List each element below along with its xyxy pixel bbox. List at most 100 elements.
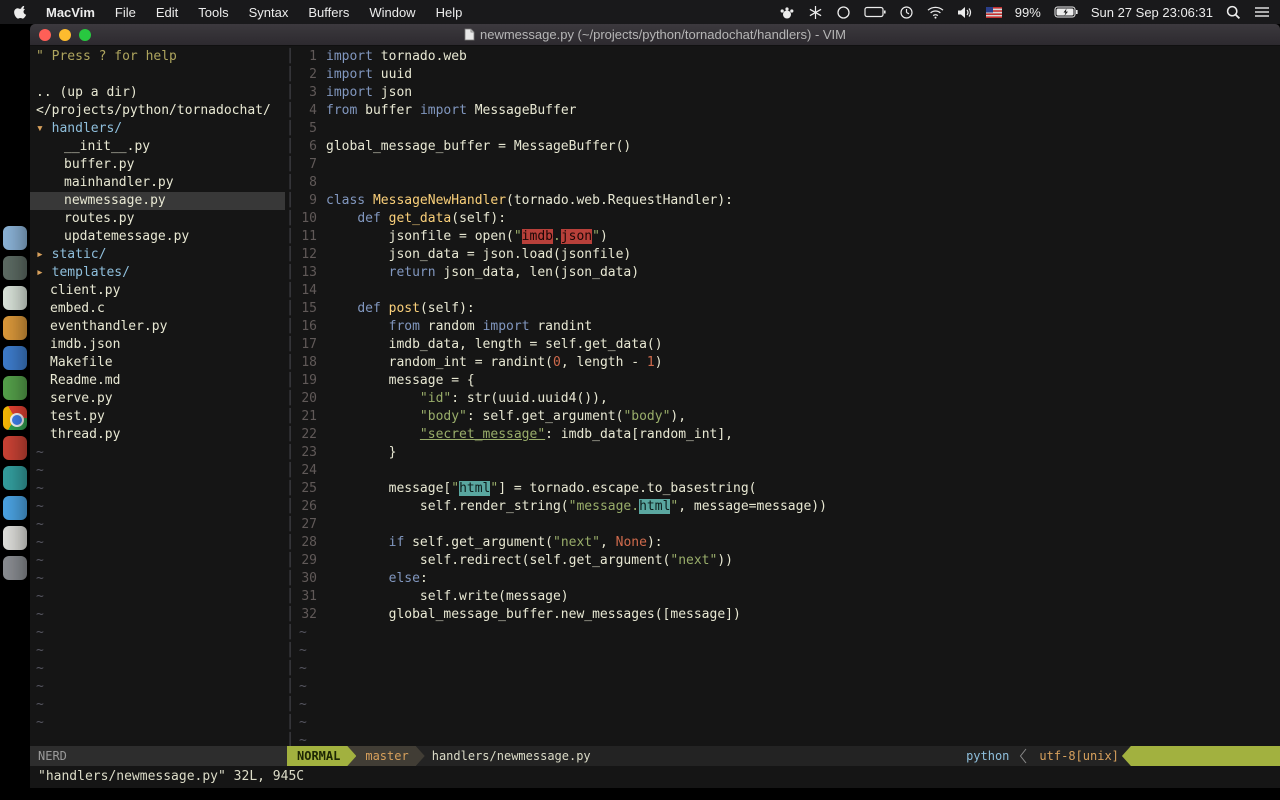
code-line-29[interactable]: 29 self.redirect(self.get_argument("next… — [295, 552, 1280, 570]
time-machine-icon[interactable] — [899, 5, 914, 20]
minimize-button[interactable] — [59, 29, 71, 41]
battery-widget-icon[interactable] — [864, 6, 886, 18]
apple-menu[interactable] — [14, 4, 28, 20]
code-line-27[interactable]: 27 — [295, 516, 1280, 534]
notification-center-icon[interactable] — [1254, 6, 1270, 18]
code-line-10[interactable]: 10 def get_data(self): — [295, 210, 1280, 228]
code-line-7[interactable]: 7 — [295, 156, 1280, 174]
code-line-31[interactable]: 31 self.write(message) — [295, 588, 1280, 606]
dock-app-8-icon[interactable] — [3, 436, 27, 460]
menu-file[interactable]: File — [105, 5, 146, 20]
code-line-20[interactable]: 20 "id": str(uuid.uuid4()), — [295, 390, 1280, 408]
menu-syntax[interactable]: Syntax — [239, 5, 299, 20]
dock-app-5-icon[interactable] — [3, 346, 27, 370]
tree-item-newmessage.py[interactable]: newmessage.py — [30, 192, 285, 210]
tree-item-imdb.json[interactable]: imdb.json — [30, 336, 285, 354]
tree-item-embed.c[interactable]: embed.c — [30, 300, 285, 318]
code-line-28[interactable]: 28 if self.get_argument("next", None): — [295, 534, 1280, 552]
editor-pane[interactable]: 1import tornado.web2import uuid3import j… — [295, 46, 1280, 746]
code-line-5[interactable]: 5 — [295, 120, 1280, 138]
tree-item-updatemessage.py[interactable]: updatemessage.py — [30, 228, 285, 246]
code-line-25[interactable]: 25 message["html"] = tornado.escape.to_b… — [295, 480, 1280, 498]
expand-arrow-icon[interactable]: ▸ — [36, 247, 52, 262]
window-titlebar[interactable]: newmessage.py (~/projects/python/tornado… — [30, 24, 1280, 46]
tree-item-Readme.md[interactable]: Readme.md — [30, 372, 285, 390]
tilde-marker: ~ — [30, 642, 285, 660]
dock-app-11-icon[interactable] — [3, 526, 27, 550]
tree-item-eventhandler.py[interactable]: eventhandler.py — [30, 318, 285, 336]
expand-arrow-icon[interactable]: ▸ — [36, 265, 52, 280]
dock-app-10-icon[interactable] — [3, 496, 27, 520]
menubar-clock[interactable]: Sun 27 Sep 23:06:31 — [1091, 5, 1213, 20]
menu-app-name[interactable]: MacVim — [36, 5, 105, 20]
tree-item-test.py[interactable]: test.py — [30, 408, 285, 426]
code-line-13[interactable]: 13 return json_data, len(json_data) — [295, 264, 1280, 282]
tree-item-routes.py[interactable]: routes.py — [30, 210, 285, 228]
tree-item-handlers[interactable]: ▾ handlers/ — [30, 120, 285, 138]
code-line-22[interactable]: 22 "secret_message": imdb_data[random_in… — [295, 426, 1280, 444]
dock-app-12-icon[interactable] — [3, 556, 27, 580]
code-line-8[interactable]: 8 — [295, 174, 1280, 192]
code-line-30[interactable]: 30 else: — [295, 570, 1280, 588]
menu-edit[interactable]: Edit — [146, 5, 188, 20]
code-line-19[interactable]: 19 message = { — [295, 372, 1280, 390]
snowflake-icon[interactable] — [808, 5, 823, 20]
tree-item-buffer.py[interactable]: buffer.py — [30, 156, 285, 174]
spotlight-icon[interactable] — [1226, 5, 1241, 20]
code-line-21[interactable]: 21 "body": self.get_argument("body"), — [295, 408, 1280, 426]
tree-item-__init__.py[interactable]: __init__.py — [30, 138, 285, 156]
menu-window[interactable]: Window — [359, 5, 425, 20]
input-source-flag-icon[interactable] — [986, 7, 1002, 18]
circle-status-icon[interactable] — [836, 5, 851, 20]
dock-app-3-icon[interactable] — [3, 286, 27, 310]
battery-charging-icon[interactable] — [1054, 6, 1078, 18]
tree-item-Makefile[interactable]: Makefile — [30, 354, 285, 372]
code-line-15[interactable]: 15 def post(self): — [295, 300, 1280, 318]
git-branch-indicator[interactable]: master — [347, 746, 424, 766]
dock-app-1-icon[interactable] — [3, 226, 27, 250]
tree-help[interactable]: " Press ? for help — [30, 48, 285, 66]
code-line-3[interactable]: 3import json — [295, 84, 1280, 102]
tree-item-thread.py[interactable]: thread.py — [30, 426, 285, 444]
vim-command-line[interactable]: "handlers/newmessage.py" 32L, 945C — [30, 766, 1280, 788]
dock-app-6-icon[interactable] — [3, 376, 27, 400]
paw-menu-icon[interactable] — [779, 5, 795, 20]
close-button[interactable] — [39, 29, 51, 41]
vertical-split-separator[interactable]: │ │ │ │ │ │ │ │ │ │ │ │ │ │ │ │ │ │ │ │ … — [285, 46, 295, 746]
dock-app-2-icon[interactable] — [3, 256, 27, 280]
code-line-16[interactable]: 16 from random import randint — [295, 318, 1280, 336]
tree-root[interactable]: </projects/python/tornadochat/ — [30, 102, 285, 120]
code-line-2[interactable]: 2import uuid — [295, 66, 1280, 84]
tree-item-templates[interactable]: ▸ templates/ — [30, 264, 285, 282]
nerdtree-pane[interactable]: " Press ? for help .. (up a dir)</project… — [30, 46, 285, 746]
menu-buffers[interactable]: Buffers — [298, 5, 359, 20]
tree-item-mainhandler.py[interactable]: mainhandler.py — [30, 174, 285, 192]
code-line-12[interactable]: 12 json_data = json.load(jsonfile) — [295, 246, 1280, 264]
tilde-marker: ~ — [30, 588, 285, 606]
code-line-24[interactable]: 24 — [295, 462, 1280, 480]
code-line-11[interactable]: 11 jsonfile = open("imdb.json") — [295, 228, 1280, 246]
dock-app-7-icon[interactable] — [3, 406, 27, 430]
code-line-32[interactable]: 32 global_message_buffer.new_messages([m… — [295, 606, 1280, 624]
code-line-23[interactable]: 23 } — [295, 444, 1280, 462]
dock-app-4-icon[interactable] — [3, 316, 27, 340]
menu-tools[interactable]: Tools — [188, 5, 238, 20]
code-line-9[interactable]: 9class MessageNewHandler(tornado.web.Req… — [295, 192, 1280, 210]
code-line-6[interactable]: 6global_message_buffer = MessageBuffer() — [295, 138, 1280, 156]
code-line-4[interactable]: 4from buffer import MessageBuffer — [295, 102, 1280, 120]
dock-app-9-icon[interactable] — [3, 466, 27, 490]
code-line-1[interactable]: 1import tornado.web — [295, 48, 1280, 66]
zoom-button[interactable] — [79, 29, 91, 41]
code-line-18[interactable]: 18 random_int = randint(0, length - 1) — [295, 354, 1280, 372]
tree-item-serve.py[interactable]: serve.py — [30, 390, 285, 408]
wifi-icon[interactable] — [927, 6, 944, 19]
code-line-17[interactable]: 17 imdb_data, length = self.get_data() — [295, 336, 1280, 354]
tree-item-static[interactable]: ▸ static/ — [30, 246, 285, 264]
tree-item-client.py[interactable]: client.py — [30, 282, 285, 300]
tree-up[interactable]: .. (up a dir) — [30, 84, 285, 102]
collapse-arrow-icon[interactable]: ▾ — [36, 121, 52, 136]
menu-help[interactable]: Help — [426, 5, 473, 20]
code-line-14[interactable]: 14 — [295, 282, 1280, 300]
code-line-26[interactable]: 26 self.render_string("message.html", me… — [295, 498, 1280, 516]
volume-icon[interactable] — [957, 6, 973, 19]
